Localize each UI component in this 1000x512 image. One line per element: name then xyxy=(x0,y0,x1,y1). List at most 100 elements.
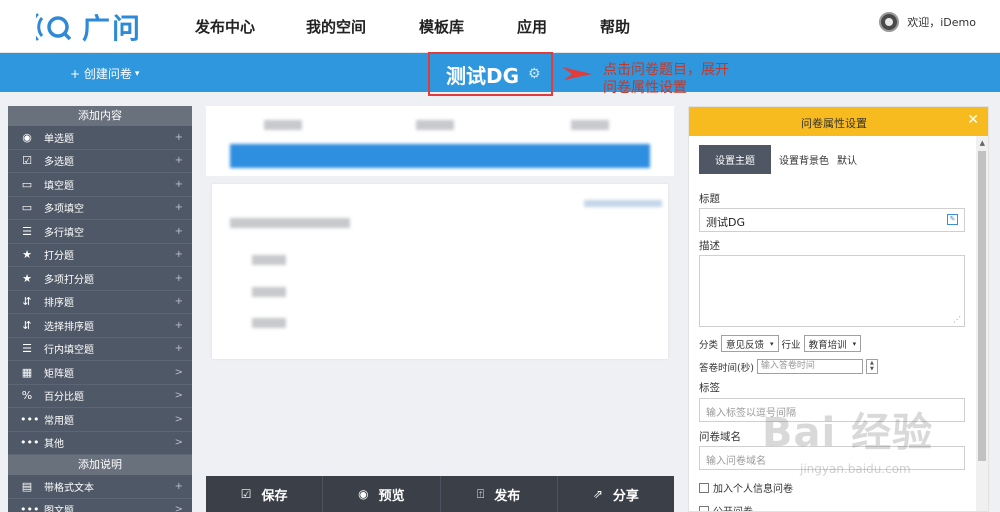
publish-label: 发布 xyxy=(494,488,521,504)
stepper-icon[interactable]: ▲ ▼ xyxy=(865,359,878,374)
sidebar-item-label: 常用题 xyxy=(44,415,74,427)
arrow-icon xyxy=(562,67,592,80)
sidebar-item-fill-blank[interactable]: ▭ 填空题 + xyxy=(8,173,192,197)
sidebar-item-multi-choice[interactable]: ☑ 多选题 + xyxy=(8,150,192,173)
nav-publish-center[interactable]: 发布中心 xyxy=(195,16,255,37)
sidebar-item-other[interactable]: ••• 其他 > xyxy=(8,432,192,455)
panel-header: 问卷属性设置 ✕ xyxy=(689,107,988,136)
sidebar-item-inline-fill[interactable]: ☰ 行内填空题 + xyxy=(8,338,192,361)
personal-info-checkbox-row[interactable]: 加入个人信息问卷 xyxy=(699,480,793,495)
sidebar-item-sorting[interactable]: ⇵ 排序题 + xyxy=(8,291,192,314)
plus-icon: + xyxy=(174,319,183,331)
scroll-up-icon[interactable]: ▲ xyxy=(980,139,985,147)
edit-icon[interactable]: ✎ xyxy=(947,214,958,225)
sidebar-item-multi-fill[interactable]: ▭ 多项填空 + xyxy=(8,197,192,220)
category-select-value: 意见反馈 xyxy=(726,339,765,351)
nav-apps[interactable]: 应用 xyxy=(517,16,547,37)
sidebar-item-matrix[interactable]: ▦ 矩阵题 > xyxy=(8,361,192,385)
blurred-text xyxy=(416,120,454,130)
public-survey-checkbox-row[interactable]: 公开问卷 xyxy=(699,503,753,511)
sidebar-item-single-choice[interactable]: ◉ 单选题 + xyxy=(8,126,192,150)
set-theme-button[interactable]: 设置主题 xyxy=(699,145,771,174)
blurred-option xyxy=(252,318,286,328)
chevron-down-icon: ▾ xyxy=(770,339,774,348)
share-button[interactable]: ⇗ 分享 xyxy=(558,476,674,512)
plus-icon: + xyxy=(174,343,183,355)
domain-label: 问卷域名 xyxy=(699,431,741,443)
preview-button[interactable]: ◉ 预览 xyxy=(323,476,441,512)
title-field[interactable]: 测试DG ✎ xyxy=(699,208,965,232)
category-select[interactable]: 意见反馈 ▾ xyxy=(721,335,779,352)
industry-select[interactable]: 教育培训 ▾ xyxy=(803,335,862,352)
save-button[interactable]: ☑ 保存 xyxy=(206,476,324,512)
public-survey-checkbox[interactable] xyxy=(699,505,709,511)
brand-logo[interactable]: 广问 xyxy=(36,8,142,46)
sidebar-item-label: 填空题 xyxy=(44,180,74,192)
sidebar-item-label: 排序题 xyxy=(44,298,74,310)
blurred-option xyxy=(252,287,286,297)
sidebar-item-multi-rating[interactable]: ★ 多项打分题 + xyxy=(8,267,192,291)
user-greeting: 欢迎，iDemo xyxy=(907,16,976,29)
sidebar-item-label: 带格式文本 xyxy=(44,482,94,494)
share-label: 分享 xyxy=(612,488,639,504)
sidebar-item-label: 多行填空 xyxy=(44,227,84,239)
chevron-down-icon: ▾ xyxy=(852,339,857,348)
theme-row: 设置主题 设置背景色 默认 xyxy=(699,145,857,174)
personal-info-checkbox[interactable] xyxy=(699,482,709,493)
tags-label: 标签 xyxy=(699,382,720,394)
plus-icon: + xyxy=(174,178,183,190)
set-background-color-link[interactable]: 设置背景色 xyxy=(779,152,829,167)
save-label: 保存 xyxy=(261,488,288,504)
sidebar-item-rating[interactable]: ★ 打分题 + xyxy=(8,244,192,267)
chevron-right-icon: > xyxy=(174,437,183,449)
percent-icon: % xyxy=(21,389,33,403)
plus-icon: + xyxy=(174,272,183,284)
scrollbar-thumb[interactable] xyxy=(978,151,986,461)
sort-icon: ⇵ xyxy=(22,295,32,309)
plus-icon: + xyxy=(174,202,183,214)
grid-icon: ▦ xyxy=(21,365,33,379)
nav-template-library[interactable]: 模板库 xyxy=(419,16,464,37)
annotation-line-1: 点击问卷题目，展开 xyxy=(603,62,729,78)
nav-help[interactable]: 帮助 xyxy=(600,16,630,37)
description-label: 描述 xyxy=(699,240,720,252)
category-row: 分类 意见反馈 ▾ 行业 教育培训 ▾ xyxy=(699,335,862,352)
sidebar-item-select-sort[interactable]: ⇵ 选择排序题 + xyxy=(8,314,192,338)
radio-icon: ◉ xyxy=(22,130,32,144)
checkbox-icon: ☑ xyxy=(22,154,32,168)
sidebar-item-label: 行内填空题 xyxy=(44,345,94,357)
industry-select-value: 教育培训 xyxy=(808,339,847,351)
survey-header-card[interactable] xyxy=(206,106,674,176)
sidebar-item-label: 单选题 xyxy=(44,133,74,145)
close-icon[interactable]: ✕ xyxy=(967,112,979,128)
sidebar-item-rich-text[interactable]: ▤ 带格式文本 + xyxy=(8,475,192,499)
user-menu[interactable]: 欢迎，iDemo xyxy=(879,12,976,32)
nav-my-space[interactable]: 我的空间 xyxy=(306,16,366,37)
blurred-text xyxy=(264,120,302,130)
survey-canvas[interactable] xyxy=(206,106,674,476)
sidebar-item-label: 图文题 xyxy=(44,506,74,512)
plus-icon: + xyxy=(174,480,183,492)
default-link[interactable]: 默认 xyxy=(837,152,857,167)
plus-icon: + xyxy=(174,225,183,237)
answer-time-input[interactable]: 输入答卷时间 xyxy=(756,359,863,374)
description-field[interactable]: ⋰ xyxy=(699,255,965,327)
create-survey-button[interactable]: + 创建问卷 ▾ xyxy=(70,65,139,82)
sidebar-item-image-text[interactable]: ••• 图文题 > xyxy=(8,499,192,512)
industry-label: 行业 xyxy=(781,339,801,351)
publish-button[interactable]: ⍐ 发布 xyxy=(441,476,558,512)
resize-handle-icon[interactable]: ⋰ xyxy=(953,315,961,324)
annotation-line-2: 问卷属性设置 xyxy=(603,80,687,96)
personal-info-checkbox-label: 加入个人信息问卷 xyxy=(713,484,793,495)
question-card[interactable] xyxy=(212,184,668,359)
chevron-right-icon: > xyxy=(174,413,183,425)
sidebar-item-common[interactable]: ••• 常用题 > xyxy=(8,408,192,432)
baidu-watermark-url: jingyan.baidu.com xyxy=(800,462,911,476)
lines-icon: ☰ xyxy=(22,224,32,238)
avatar xyxy=(879,12,900,32)
highlight-box xyxy=(428,52,553,96)
sidebar-item-percentage[interactable]: % 百分比题 > xyxy=(8,385,192,408)
plus-icon: + xyxy=(174,296,183,308)
document-icon: ▤ xyxy=(21,479,33,493)
sidebar-item-multiline-fill[interactable]: ☰ 多行填空 + xyxy=(8,220,192,244)
